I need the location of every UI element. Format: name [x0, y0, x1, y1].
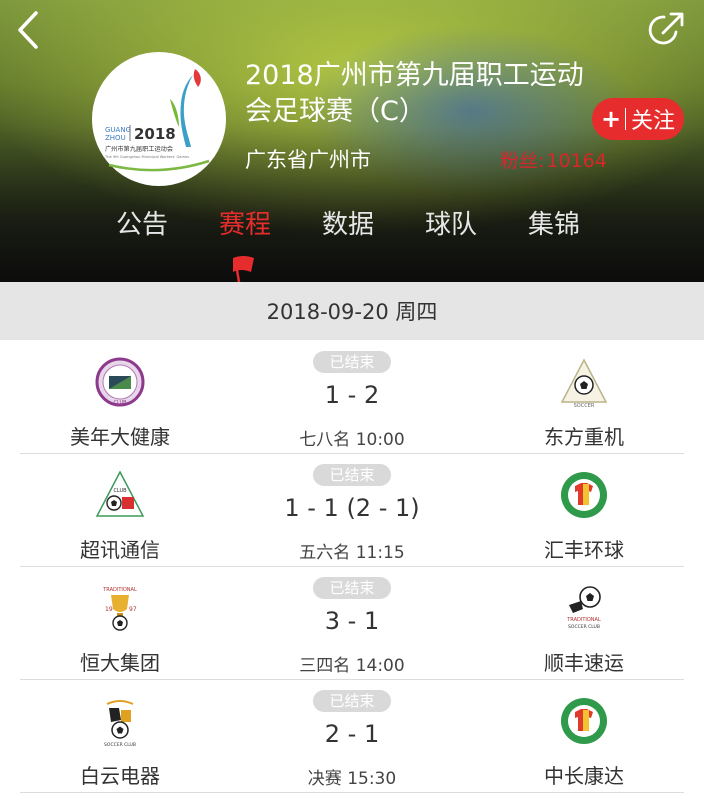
home-team[interactable]: TRADITIONAL 19 97 恒大集团 — [30, 567, 210, 680]
match-round-time: 决赛 15:30 — [307, 769, 397, 789]
svg-text:广州市第九届职工运动会: 广州市第九届职工运动会 — [105, 145, 173, 153]
svg-text:The 9th Guangzhou Municipal Wo: The 9th Guangzhou Municipal Workers' Gam… — [104, 155, 189, 159]
fans-label: 粉丝: — [500, 150, 545, 172]
traditional-soccer-badge-icon: TRADITIONAL SOCCER CLUB — [559, 583, 609, 637]
league-title: 2018广州市第九届职工运动会足球赛（C） — [245, 60, 584, 127]
svg-text:2018: 2018 — [134, 125, 176, 143]
away-team-name: 中长康达 — [544, 764, 624, 788]
divider — [625, 108, 627, 130]
match-round-time: 七八名 10:00 — [299, 430, 405, 450]
league-location: 广东省广州市 — [245, 148, 371, 172]
tab-schedule[interactable]: 赛程 — [219, 204, 271, 241]
svg-text:ZHOU: ZHOU — [105, 134, 126, 142]
away-team[interactable]: TRADITIONAL SOCCER CLUB 顺丰速运 — [494, 567, 674, 680]
away-team-name: 东方重机 — [544, 425, 624, 449]
triangle-soccer-badge-icon: CLUB — [95, 470, 145, 524]
match-score: 2 - 1 — [324, 720, 380, 748]
chevron-left-icon — [18, 11, 38, 49]
fans-value: 10164 — [546, 150, 607, 172]
match-round-time: 五六名 11:15 — [299, 543, 405, 563]
home-team[interactable]: CLUB 美年大健康 — [30, 341, 210, 454]
home-team[interactable]: CLUB 超讯通信 — [30, 454, 210, 567]
share-icon — [648, 12, 684, 45]
active-tab-flag-icon — [230, 252, 256, 282]
match-row[interactable]: CLUB 超讯通信 已结束 1 - 1 (2 - 1) 五六名 11:15 汇丰… — [0, 454, 704, 567]
home-team[interactable]: SOCCER CLUB 白云电器 — [30, 680, 210, 793]
match-row[interactable]: SOCCER CLUB 白云电器 已结束 2 - 1 决赛 15:30 中长康达 — [0, 680, 704, 793]
green-circle-jersey-badge-icon — [559, 696, 609, 750]
match-score: 1 - 2 — [324, 381, 380, 409]
svg-text:19: 19 — [105, 606, 113, 613]
follow-button[interactable]: + 关注 — [592, 98, 684, 140]
tab-announcements[interactable]: 公告 — [116, 204, 168, 241]
row-divider — [20, 792, 684, 793]
home-team-name: 白云电器 — [80, 764, 160, 788]
home-team-name: 恒大集团 — [80, 651, 160, 675]
tab-bar: 公告 赛程 数据 球队 集锦 — [0, 200, 704, 252]
league-logo: GUANG ZHOU 2018 广州市第九届职工运动会 The 9th Guan… — [92, 52, 226, 186]
share-button[interactable] — [646, 10, 686, 50]
plus-icon: + — [600, 105, 622, 133]
match-status-badge: 已结束 — [313, 577, 391, 599]
match-status-badge: 已结束 — [313, 690, 391, 712]
tab-stats[interactable]: 数据 — [322, 204, 374, 241]
match-round-time: 三四名 14:00 — [299, 656, 405, 676]
match-row[interactable]: TRADITIONAL 19 97 恒大集团 已结束 3 - 1 三四名 14:… — [0, 567, 704, 680]
svg-text:CLUB: CLUB — [113, 400, 127, 406]
date-header: 2018-09-20 周四 — [0, 282, 704, 340]
svg-text:SOCCER CLUB: SOCCER CLUB — [568, 624, 600, 630]
svg-text:GUANG: GUANG — [105, 126, 131, 134]
back-button[interactable] — [12, 10, 46, 50]
svg-text:CLUB: CLUB — [113, 488, 127, 494]
home-team-name: 超讯通信 — [80, 538, 160, 562]
svg-text:97: 97 — [129, 606, 137, 613]
match-status-badge: 已结束 — [313, 464, 391, 486]
tab-teams[interactable]: 球队 — [425, 204, 477, 241]
match-row[interactable]: CLUB 美年大健康 已结束 1 - 2 七八名 10:00 SOCCER 东方… — [0, 341, 704, 454]
away-team[interactable]: 中长康达 — [494, 680, 674, 793]
away-team-name: 汇丰环球 — [544, 538, 624, 562]
svg-text:TRADITIONAL: TRADITIONAL — [566, 617, 601, 623]
follow-label: 关注 — [631, 109, 676, 134]
trophy-soccer-badge-icon: TRADITIONAL 19 97 — [95, 583, 145, 637]
crest-soccer-badge-icon: SOCCER CLUB — [95, 696, 145, 750]
away-team-name: 顺丰速运 — [544, 651, 624, 675]
match-status-badge: 已结束 — [313, 351, 391, 373]
svg-text:SOCCER CLUB: SOCCER CLUB — [104, 742, 136, 748]
match-score: 3 - 1 — [324, 607, 380, 635]
purple-circle-badge-icon: CLUB — [95, 357, 145, 411]
fans-count: 粉丝: 10164 — [500, 146, 607, 173]
tab-highlights[interactable]: 集锦 — [528, 204, 580, 241]
green-circle-jersey-badge-icon — [559, 470, 609, 524]
away-team[interactable]: SOCCER 东方重机 — [494, 341, 674, 454]
home-team-name: 美年大健康 — [70, 425, 170, 449]
match-score: 1 - 1 (2 - 1) — [284, 494, 420, 522]
triangle-soccer-badge-icon: SOCCER — [559, 357, 609, 411]
svg-text:TRADITIONAL: TRADITIONAL — [102, 587, 137, 593]
away-team[interactable]: 汇丰环球 — [494, 454, 674, 567]
svg-text:SOCCER: SOCCER — [574, 403, 595, 409]
league-header: GUANG ZHOU 2018 广州市第九届职工运动会 The 9th Guan… — [0, 0, 704, 282]
